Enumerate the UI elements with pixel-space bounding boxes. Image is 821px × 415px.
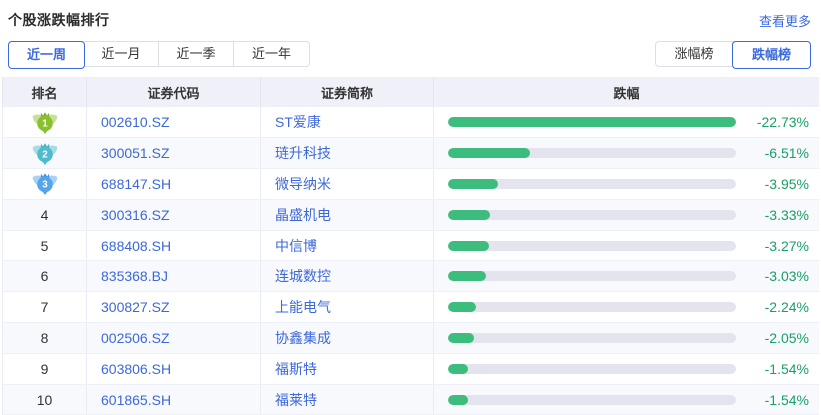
- stock-name[interactable]: 连城数控: [275, 268, 331, 284]
- decline-bar-track: [448, 395, 736, 405]
- table-row: 1 002610.SZ ST爱康 -22.73%: [3, 107, 820, 138]
- decline-percent: -2.24%: [736, 299, 819, 315]
- decline-percent: -1.54%: [736, 361, 819, 377]
- decline-bar-track: [448, 302, 736, 312]
- widget-header: 个股涨跌幅排行 查看更多: [0, 0, 821, 30]
- decline-percent: -3.03%: [736, 268, 819, 284]
- decline-bar-fill: [448, 210, 490, 220]
- decline-bar-track: [448, 241, 736, 251]
- table-row: 5 688408.SH 中信博 -3.27%: [3, 230, 820, 261]
- rank-2-medal-icon: 2: [31, 142, 59, 165]
- decline-bar-fill: [448, 241, 489, 251]
- stock-name[interactable]: 中信博: [275, 238, 317, 254]
- stock-name[interactable]: 微导纳米: [275, 176, 331, 192]
- table-row: 2 300051.SZ 琏升科技 -6.51%: [3, 138, 820, 169]
- rank-1-medal-icon: 1: [31, 111, 59, 134]
- decline-bar-track: [448, 333, 736, 343]
- decline-percent: -3.95%: [736, 176, 819, 192]
- column-header-code: 证券代码: [87, 77, 261, 107]
- stock-code[interactable]: 300316.SZ: [101, 207, 170, 223]
- decline-bar-fill: [448, 364, 468, 374]
- table-row: 6 835368.BJ 连城数控 -3.03%: [3, 261, 820, 292]
- decline-bar-fill: [448, 333, 474, 343]
- stock-code[interactable]: 601865.SH: [101, 392, 171, 408]
- toggle-losers-board[interactable]: 跌幅榜: [732, 41, 811, 69]
- stock-ranking-widget: 个股涨跌幅排行 查看更多 近一周 近一月 近一季 近一年 涨幅榜 跌幅榜 排名 …: [0, 0, 821, 413]
- decline-bar-track: [448, 364, 736, 374]
- controls-row: 近一周 近一月 近一季 近一年 涨幅榜 跌幅榜: [8, 41, 811, 67]
- tab-last-month[interactable]: 近一月: [84, 42, 159, 66]
- decline-bar-fill: [448, 148, 530, 158]
- toggle-gainers-board[interactable]: 涨幅榜: [656, 42, 733, 66]
- decline-percent: -22.73%: [736, 114, 819, 130]
- table-row: 4 300316.SZ 晶盛机电 -3.33%: [3, 199, 820, 230]
- stock-code[interactable]: 300827.SZ: [101, 299, 170, 315]
- rank-cell: 8: [3, 323, 87, 354]
- table-row: 8 002506.SZ 协鑫集成 -2.05%: [3, 323, 820, 354]
- decline-percent: -3.27%: [736, 238, 819, 254]
- period-tab-group: 近一周 近一月 近一季 近一年: [8, 41, 310, 67]
- ranking-table: 排名 证券代码 证券简称 跌幅 1 002610.SZ ST爱康 -22.73%…: [2, 77, 819, 415]
- tab-last-quarter[interactable]: 近一季: [159, 42, 234, 66]
- svg-text:2: 2: [42, 149, 48, 160]
- page-title: 个股涨跌幅排行: [8, 10, 110, 30]
- decline-bar-fill: [448, 179, 498, 189]
- rank-cell: 3: [3, 169, 87, 200]
- rank-cell: 9: [3, 353, 87, 384]
- stock-name[interactable]: 上能电气: [275, 299, 331, 315]
- stock-code[interactable]: 688408.SH: [101, 238, 171, 254]
- decline-bar-track: [448, 179, 736, 189]
- decline-percent: -3.33%: [736, 207, 819, 223]
- table-row: 3 688147.SH 微导纳米 -3.95%: [3, 169, 820, 200]
- column-header-decline: 跌幅: [434, 77, 820, 107]
- decline-percent: -2.05%: [736, 330, 819, 346]
- stock-code[interactable]: 835368.BJ: [101, 268, 168, 284]
- table-header-row: 排名 证券代码 证券简称 跌幅: [3, 77, 820, 107]
- decline-bar-track: [448, 210, 736, 220]
- see-more-link[interactable]: 查看更多: [759, 11, 811, 30]
- rank-cell: 6: [3, 261, 87, 292]
- stock-name[interactable]: 琏升科技: [275, 145, 331, 161]
- rank-cell: 10: [3, 384, 87, 415]
- rank-cell: 2: [3, 138, 87, 169]
- stock-code[interactable]: 688147.SH: [101, 176, 171, 192]
- decline-percent: -6.51%: [736, 145, 819, 161]
- stock-name[interactable]: 晶盛机电: [275, 207, 331, 223]
- svg-text:1: 1: [42, 118, 48, 129]
- decline-bar-fill: [448, 395, 468, 405]
- column-header-rank: 排名: [3, 77, 87, 107]
- decline-bar-fill: [448, 271, 486, 281]
- stock-code[interactable]: 300051.SZ: [101, 145, 170, 161]
- decline-bar-track: [448, 148, 736, 158]
- stock-name[interactable]: 福莱特: [275, 392, 317, 408]
- rank-cell: 4: [3, 199, 87, 230]
- column-header-name: 证券简称: [261, 77, 434, 107]
- stock-code[interactable]: 002506.SZ: [101, 330, 170, 346]
- decline-percent: -1.54%: [736, 392, 819, 408]
- rank-cell: 7: [3, 292, 87, 323]
- table-row: 9 603806.SH 福斯特 -1.54%: [3, 353, 820, 384]
- stock-name[interactable]: ST爱康: [275, 114, 321, 130]
- board-toggle-group: 涨幅榜 跌幅榜: [655, 41, 811, 67]
- rank-cell: 5: [3, 230, 87, 261]
- stock-name[interactable]: 福斯特: [275, 361, 317, 377]
- stock-code[interactable]: 603806.SH: [101, 361, 171, 377]
- stock-name[interactable]: 协鑫集成: [275, 330, 331, 346]
- tab-last-week[interactable]: 近一周: [8, 41, 85, 69]
- ranking-table-body: 1 002610.SZ ST爱康 -22.73% 2 300051.SZ 琏升科…: [3, 107, 820, 415]
- stock-code[interactable]: 002610.SZ: [101, 114, 170, 130]
- rank-3-medal-icon: 3: [31, 172, 59, 195]
- svg-text:3: 3: [42, 180, 48, 191]
- table-row: 10 601865.SH 福莱特 -1.54%: [3, 384, 820, 415]
- decline-bar-track: [448, 271, 736, 281]
- rank-cell: 1: [3, 107, 87, 138]
- table-row: 7 300827.SZ 上能电气 -2.24%: [3, 292, 820, 323]
- decline-bar-track: [448, 117, 736, 127]
- tab-last-year[interactable]: 近一年: [234, 42, 309, 66]
- decline-bar-fill: [448, 302, 476, 312]
- decline-bar-fill: [448, 117, 736, 127]
